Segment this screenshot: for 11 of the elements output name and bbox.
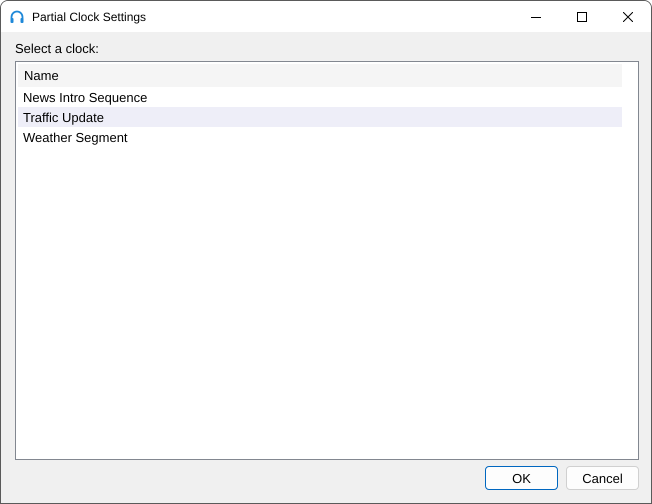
window-title: Partial Clock Settings: [32, 10, 148, 24]
list-row[interactable]: Weather Segment: [18, 127, 622, 147]
list-row[interactable]: Traffic Update: [18, 107, 622, 127]
headphones-icon: [9, 8, 25, 24]
list-row[interactable]: News Intro Sequence: [18, 87, 622, 107]
column-header[interactable]: Name: [18, 64, 622, 87]
prompt-label: Select a clock:: [15, 41, 99, 56]
ok-button[interactable]: OK: [485, 466, 558, 490]
maximize-icon: [577, 12, 587, 22]
cancel-button[interactable]: Cancel: [566, 466, 639, 490]
close-icon: [623, 12, 633, 22]
